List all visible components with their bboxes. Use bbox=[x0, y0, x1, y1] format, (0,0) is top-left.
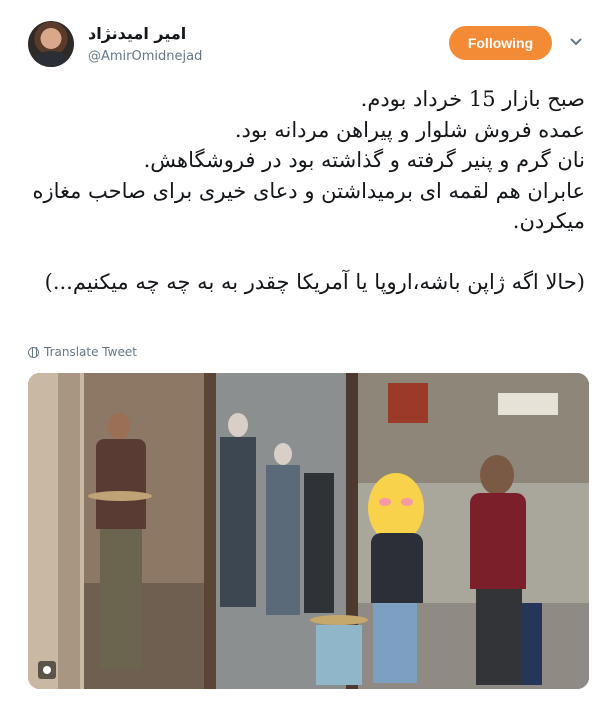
tweet-line: عابران هم لقمه ای برمیداشتن و دعای خیری … bbox=[32, 178, 585, 234]
tweet-line: عمده فروش شلوار و پیراهن مردانه بود. bbox=[234, 117, 585, 142]
following-button[interactable]: Following bbox=[449, 26, 552, 60]
chevron-down-icon[interactable] bbox=[569, 35, 583, 49]
tweet-line: (حالا اگه ژاپن باشه،اروپا یا آمریکا چقدر… bbox=[44, 269, 585, 294]
tweet-header: امیر امیدنژاد @AmirOmidnejad Following bbox=[0, 0, 610, 80]
image-icon[interactable] bbox=[38, 661, 56, 679]
tweet-photo[interactable] bbox=[28, 373, 589, 689]
translate-label[interactable]: Translate Tweet bbox=[44, 345, 137, 359]
tweet-text: صبح بازار 15 خرداد بودم. عمده فروش شلوار… bbox=[30, 84, 585, 297]
user-handle[interactable]: @AmirOmidnejad bbox=[88, 49, 202, 64]
tweet-line: نان گرم و پنیر گرفته و گذاشته بود در فرو… bbox=[143, 148, 585, 172]
display-name[interactable]: امیر امیدنژاد bbox=[88, 24, 186, 43]
avatar[interactable] bbox=[28, 21, 74, 67]
translate-tweet-link[interactable]: Translate Tweet bbox=[28, 345, 137, 359]
tweet-line: صبح بازار 15 خرداد بودم. bbox=[360, 87, 585, 111]
globe-icon bbox=[28, 346, 39, 358]
